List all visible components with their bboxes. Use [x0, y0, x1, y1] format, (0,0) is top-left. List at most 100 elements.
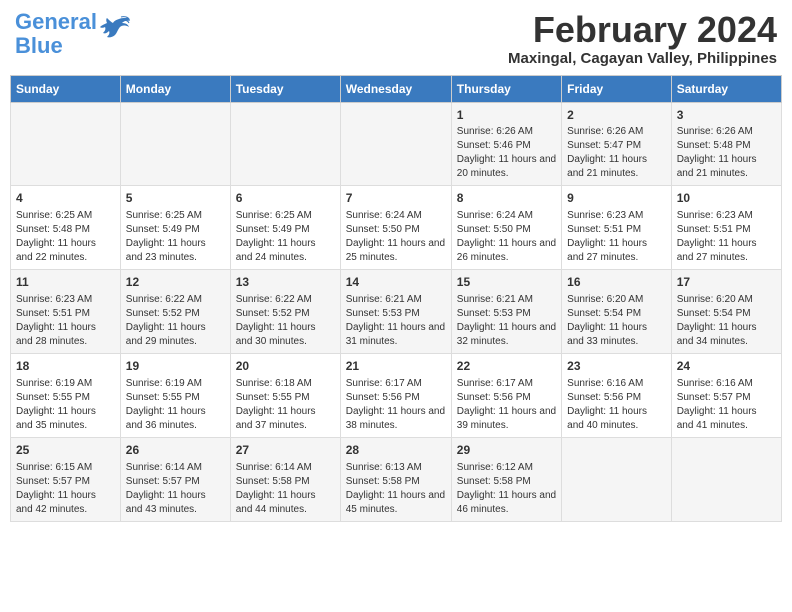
day-cell: 9 Sunrise: 6:23 AM Sunset: 5:51 PM Daylig… — [562, 186, 672, 270]
day-info: Sunrise: 6:22 AM Sunset: 5:52 PM Dayligh… — [126, 293, 225, 349]
header-cell-friday: Friday — [562, 75, 672, 102]
day-number: 14 — [346, 274, 446, 291]
day-number: 24 — [677, 358, 776, 375]
day-cell: 23 Sunrise: 6:16 AM Sunset: 5:56 PM Dayli… — [562, 353, 672, 437]
calendar-header: SundayMondayTuesdayWednesdayThursdayFrid… — [11, 75, 782, 102]
day-info: Sunrise: 6:19 AM Sunset: 5:55 PM Dayligh… — [16, 377, 115, 433]
week-row-5: 25 Sunrise: 6:15 AM Sunset: 5:57 PM Dayli… — [11, 437, 782, 521]
day-info: Sunrise: 6:26 AM Sunset: 5:47 PM Dayligh… — [567, 125, 666, 181]
day-info: Sunrise: 6:16 AM Sunset: 5:56 PM Dayligh… — [567, 377, 666, 433]
day-info: Sunrise: 6:24 AM Sunset: 5:50 PM Dayligh… — [457, 209, 556, 265]
day-info: Sunrise: 6:13 AM Sunset: 5:58 PM Dayligh… — [346, 461, 446, 517]
day-number: 11 — [16, 274, 115, 291]
day-info: Sunrise: 6:20 AM Sunset: 5:54 PM Dayligh… — [677, 293, 776, 349]
day-info: Sunrise: 6:19 AM Sunset: 5:55 PM Dayligh… — [126, 377, 225, 433]
month-title: February 2024 — [508, 10, 777, 50]
day-info: Sunrise: 6:25 AM Sunset: 5:49 PM Dayligh… — [236, 209, 335, 265]
day-cell — [230, 102, 340, 186]
day-number: 1 — [457, 107, 556, 124]
week-row-3: 11 Sunrise: 6:23 AM Sunset: 5:51 PM Dayli… — [11, 270, 782, 354]
day-cell: 3Sunrise: 6:26 AM Sunset: 5:48 PM Daylig… — [671, 102, 781, 186]
day-cell: 28 Sunrise: 6:13 AM Sunset: 5:58 PM Dayli… — [340, 437, 451, 521]
day-info: Sunrise: 6:23 AM Sunset: 5:51 PM Dayligh… — [567, 209, 666, 265]
day-cell: 17 Sunrise: 6:20 AM Sunset: 5:54 PM Dayli… — [671, 270, 781, 354]
header-cell-saturday: Saturday — [671, 75, 781, 102]
calendar-table: SundayMondayTuesdayWednesdayThursdayFrid… — [10, 75, 782, 522]
day-cell: 27 Sunrise: 6:14 AM Sunset: 5:58 PM Dayli… — [230, 437, 340, 521]
day-info: Sunrise: 6:14 AM Sunset: 5:57 PM Dayligh… — [126, 461, 225, 517]
page-header: General Blue February 2024 Maxingal, Cag… — [10, 10, 782, 67]
day-info: Sunrise: 6:26 AM Sunset: 5:48 PM Dayligh… — [677, 125, 776, 181]
day-info: Sunrise: 6:12 AM Sunset: 5:58 PM Dayligh… — [457, 461, 556, 517]
day-number: 26 — [126, 442, 225, 459]
day-cell: 4 Sunrise: 6:25 AM Sunset: 5:48 PM Daylig… — [11, 186, 121, 270]
calendar-body: 1Sunrise: 6:26 AM Sunset: 5:46 PM Daylig… — [11, 102, 782, 521]
day-number: 21 — [346, 358, 446, 375]
day-info: Sunrise: 6:16 AM Sunset: 5:57 PM Dayligh… — [677, 377, 776, 433]
day-number: 29 — [457, 442, 556, 459]
day-info: Sunrise: 6:23 AM Sunset: 5:51 PM Dayligh… — [16, 293, 115, 349]
day-cell: 8 Sunrise: 6:24 AM Sunset: 5:50 PM Daylig… — [451, 186, 561, 270]
day-info: Sunrise: 6:20 AM Sunset: 5:54 PM Dayligh… — [567, 293, 666, 349]
day-cell: 24 Sunrise: 6:16 AM Sunset: 5:57 PM Dayli… — [671, 353, 781, 437]
header-cell-wednesday: Wednesday — [340, 75, 451, 102]
day-cell: 12Sunrise: 6:22 AM Sunset: 5:52 PM Dayli… — [120, 270, 230, 354]
day-number: 22 — [457, 358, 556, 375]
day-info: Sunrise: 6:25 AM Sunset: 5:49 PM Dayligh… — [126, 209, 225, 265]
day-cell: 2Sunrise: 6:26 AM Sunset: 5:47 PM Daylig… — [562, 102, 672, 186]
day-cell: 21 Sunrise: 6:17 AM Sunset: 5:56 PM Dayli… — [340, 353, 451, 437]
day-info: Sunrise: 6:14 AM Sunset: 5:58 PM Dayligh… — [236, 461, 335, 517]
day-cell: 10 Sunrise: 6:23 AM Sunset: 5:51 PM Dayli… — [671, 186, 781, 270]
day-number: 9 — [567, 190, 666, 207]
day-info: Sunrise: 6:17 AM Sunset: 5:56 PM Dayligh… — [457, 377, 556, 433]
day-info: Sunrise: 6:24 AM Sunset: 5:50 PM Dayligh… — [346, 209, 446, 265]
day-number: 15 — [457, 274, 556, 291]
title-section: February 2024 Maxingal, Cagayan Valley, … — [508, 10, 777, 67]
day-info: Sunrise: 6:25 AM Sunset: 5:48 PM Dayligh… — [16, 209, 115, 265]
location-title: Maxingal, Cagayan Valley, Philippines — [508, 50, 777, 67]
day-number: 6 — [236, 190, 335, 207]
day-info: Sunrise: 6:23 AM Sunset: 5:51 PM Dayligh… — [677, 209, 776, 265]
day-number: 19 — [126, 358, 225, 375]
day-cell — [120, 102, 230, 186]
day-number: 13 — [236, 274, 335, 291]
day-cell: 14 Sunrise: 6:21 AM Sunset: 5:53 PM Dayli… — [340, 270, 451, 354]
day-cell: 6 Sunrise: 6:25 AM Sunset: 5:49 PM Daylig… — [230, 186, 340, 270]
day-info: Sunrise: 6:17 AM Sunset: 5:56 PM Dayligh… — [346, 377, 446, 433]
day-number: 17 — [677, 274, 776, 291]
day-cell: 13 Sunrise: 6:22 AM Sunset: 5:52 PM Dayli… — [230, 270, 340, 354]
day-number: 28 — [346, 442, 446, 459]
day-info: Sunrise: 6:21 AM Sunset: 5:53 PM Dayligh… — [457, 293, 556, 349]
day-number: 5 — [126, 190, 225, 207]
week-row-1: 1Sunrise: 6:26 AM Sunset: 5:46 PM Daylig… — [11, 102, 782, 186]
day-cell — [340, 102, 451, 186]
day-cell: 25 Sunrise: 6:15 AM Sunset: 5:57 PM Dayli… — [11, 437, 121, 521]
header-cell-monday: Monday — [120, 75, 230, 102]
day-number: 4 — [16, 190, 115, 207]
day-info: Sunrise: 6:22 AM Sunset: 5:52 PM Dayligh… — [236, 293, 335, 349]
day-number: 23 — [567, 358, 666, 375]
day-number: 20 — [236, 358, 335, 375]
day-number: 2 — [567, 107, 666, 124]
day-number: 25 — [16, 442, 115, 459]
day-cell: 26 Sunrise: 6:14 AM Sunset: 5:57 PM Dayli… — [120, 437, 230, 521]
bird-icon — [99, 15, 131, 43]
day-number: 3 — [677, 107, 776, 124]
day-cell — [11, 102, 121, 186]
day-number: 8 — [457, 190, 556, 207]
day-cell: 22 Sunrise: 6:17 AM Sunset: 5:56 PM Dayli… — [451, 353, 561, 437]
day-info: Sunrise: 6:21 AM Sunset: 5:53 PM Dayligh… — [346, 293, 446, 349]
logo: General Blue — [15, 10, 131, 58]
day-cell — [671, 437, 781, 521]
logo-text: General Blue — [15, 10, 97, 58]
day-number: 10 — [677, 190, 776, 207]
day-cell: 11 Sunrise: 6:23 AM Sunset: 5:51 PM Dayli… — [11, 270, 121, 354]
header-cell-sunday: Sunday — [11, 75, 121, 102]
day-number: 27 — [236, 442, 335, 459]
day-cell: 15 Sunrise: 6:21 AM Sunset: 5:53 PM Dayli… — [451, 270, 561, 354]
day-number: 7 — [346, 190, 446, 207]
header-row: SundayMondayTuesdayWednesdayThursdayFrid… — [11, 75, 782, 102]
day-info: Sunrise: 6:15 AM Sunset: 5:57 PM Dayligh… — [16, 461, 115, 517]
week-row-4: 18Sunrise: 6:19 AM Sunset: 5:55 PM Dayli… — [11, 353, 782, 437]
day-cell: 7 Sunrise: 6:24 AM Sunset: 5:50 PM Daylig… — [340, 186, 451, 270]
